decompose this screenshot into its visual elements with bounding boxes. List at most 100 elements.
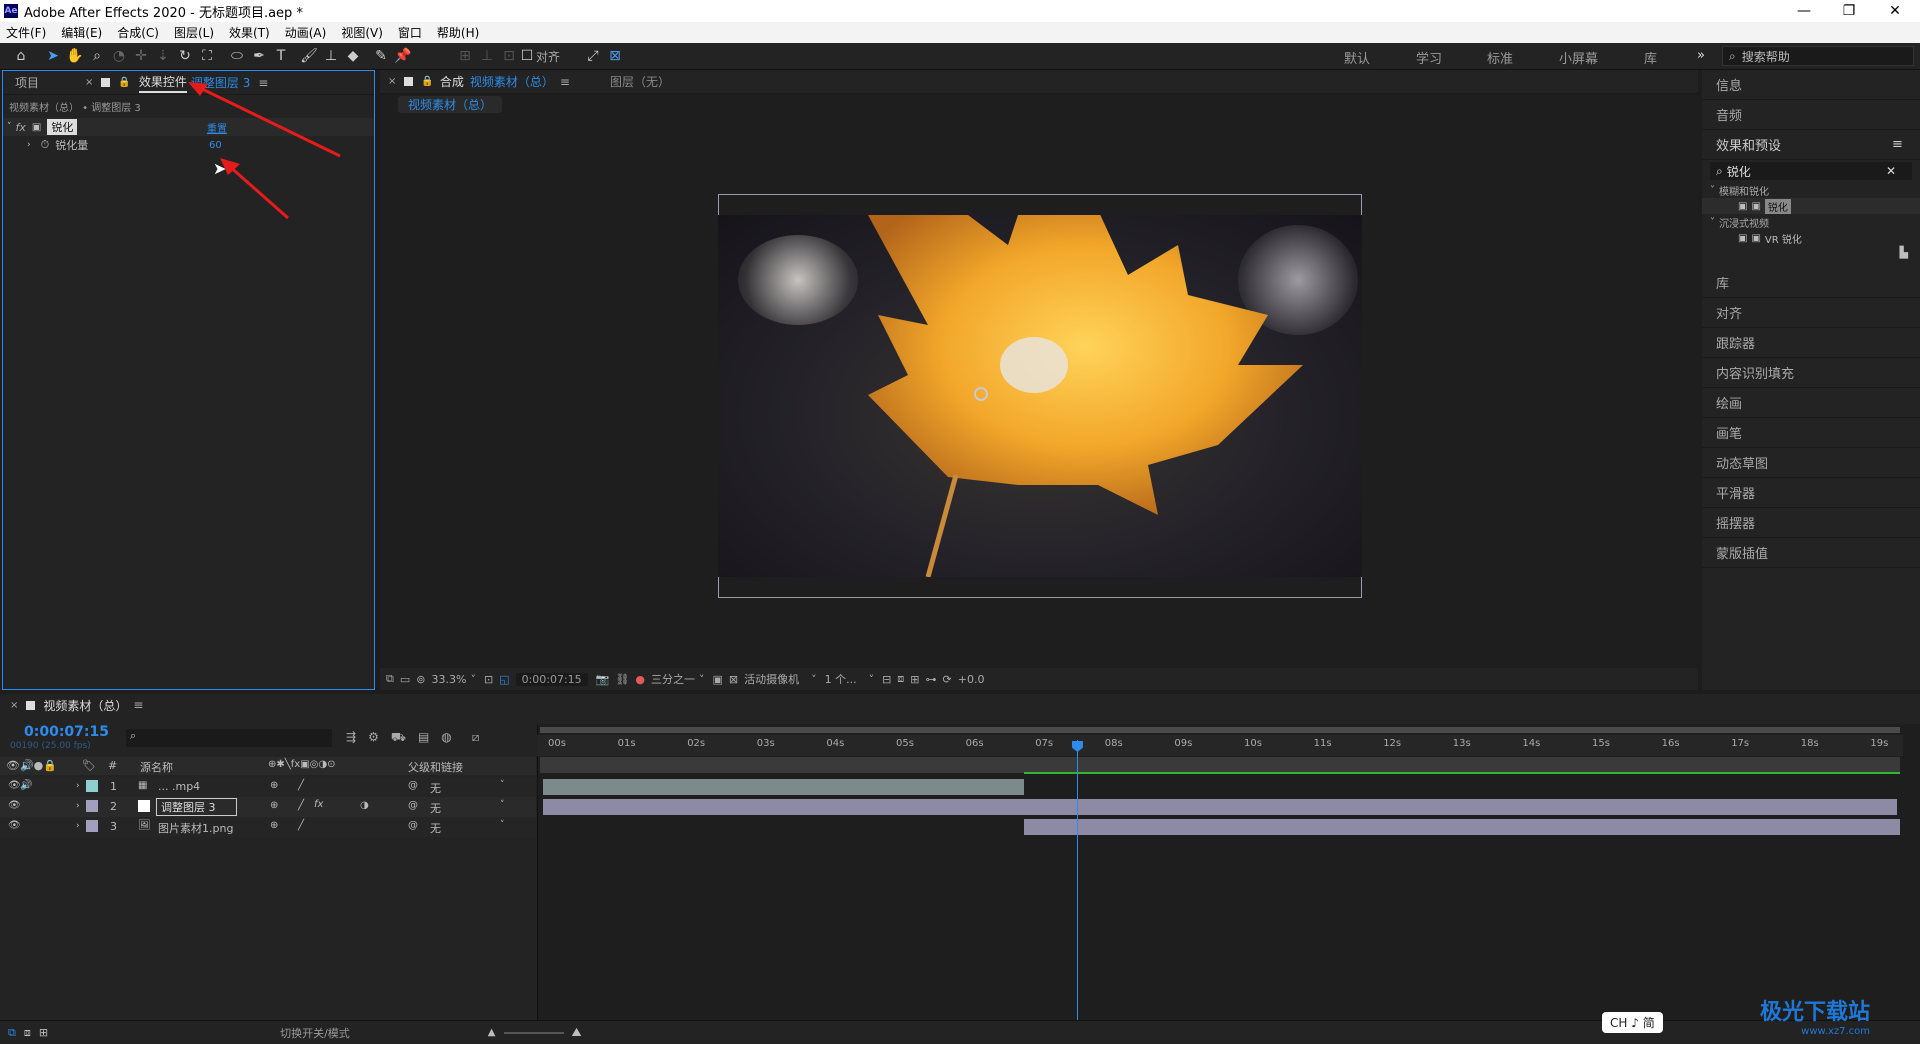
quality-switch-icon[interactable]: ╱ — [298, 800, 304, 811]
parent-dropdown[interactable]: 无 — [430, 800, 441, 816]
layer-name[interactable]: ... .mp4 — [158, 780, 200, 793]
clip-bar-layer-3[interactable] — [1024, 819, 1900, 835]
close-tab-icon[interactable]: × — [388, 76, 396, 87]
chevron-right-icon[interactable]: › — [76, 801, 80, 811]
layer-row-1[interactable]: 👁 🔊 › 1 ▦ ... .mp4 ⊕ ╱ @ 无 ˅ — [0, 777, 536, 797]
visibility-icon[interactable]: 👁 — [8, 800, 21, 811]
time-ruler[interactable] — [537, 735, 1903, 756]
chevron-down-icon[interactable]: ˅ — [500, 820, 505, 830]
exposure-value[interactable]: +0.0 — [958, 673, 985, 686]
pick-whip-icon[interactable]: @ — [408, 780, 418, 791]
label-color-swatch[interactable] — [86, 780, 98, 792]
tab-composition[interactable]: 视频素材（总） — [470, 73, 554, 90]
layer-row-2[interactable]: 👁 › 2 调整图层 3 ⊕ ╱ fx ◑ @ 无 ˅ — [0, 797, 536, 817]
zoom-slider[interactable] — [503, 1031, 564, 1034]
panel-motion-sketch[interactable]: 动态草图 — [1702, 448, 1920, 478]
grid-dropdown[interactable]: 三分之一 — [651, 671, 695, 687]
shy-switch-icon[interactable]: ⊕ — [270, 800, 278, 811]
zoom-out-icon[interactable]: ▲ — [488, 1027, 496, 1038]
fx-icon[interactable]: fx — [314, 799, 323, 810]
shy-layers-icon[interactable]: ⛟ — [391, 730, 406, 746]
playhead[interactable] — [1076, 740, 1078, 1020]
expand-icon[interactable]: ⊞ — [39, 1026, 48, 1039]
chevron-down-icon[interactable]: ˅ — [869, 673, 875, 686]
render-time-icon[interactable]: ⧉ — [8, 1026, 16, 1040]
clip-bar-layer-2[interactable] — [543, 799, 1897, 815]
current-time-display[interactable]: 0:00:07:15 — [515, 672, 588, 686]
reset-exposure-icon[interactable]: ⟳ — [943, 673, 952, 686]
chevron-right-icon[interactable]: › — [76, 821, 80, 831]
effects-search-input[interactable]: ⌕ 锐化 ✕ — [1710, 162, 1912, 180]
panel-smoother[interactable]: 平滑器 — [1702, 478, 1920, 508]
always-preview-icon[interactable]: ⧉ — [386, 672, 394, 686]
panel-paint[interactable]: 绘画 — [1702, 388, 1920, 418]
timeline-search-input[interactable]: ⌕ — [126, 729, 332, 747]
camera-dropdown[interactable]: 活动摄像机 — [744, 671, 799, 687]
pick-whip-icon[interactable]: @ — [408, 820, 418, 831]
panel-content-aware-fill[interactable]: 内容识别填充 — [1702, 358, 1920, 388]
column-source-name[interactable]: 源名称 — [140, 759, 173, 775]
panel-audio[interactable]: 音频 — [1702, 100, 1920, 130]
in-out-icon[interactable]: ⧈ — [24, 1026, 31, 1040]
new-preset-icon[interactable]: ▙ — [1702, 246, 1920, 268]
panel-library[interactable]: 库 — [1702, 268, 1920, 298]
flowchart-icon[interactable]: ⊶ — [926, 673, 937, 686]
snapshot-icon[interactable]: 📷 — [596, 673, 610, 686]
zoom-in-icon[interactable]: ⛰ — [572, 1025, 582, 1040]
panel-menu-icon[interactable]: ≡ — [560, 75, 570, 89]
clear-search-icon[interactable]: ✕ — [1886, 164, 1896, 178]
panel-tracker[interactable]: 跟踪器 — [1702, 328, 1920, 358]
panel-wiggler[interactable]: 摇摆器 — [1702, 508, 1920, 538]
toggle-mask-icon[interactable]: ▣ — [712, 673, 722, 686]
chevron-down-icon[interactable]: ˅ — [500, 800, 505, 810]
clip-bar-layer-1[interactable] — [543, 779, 1024, 795]
timeline-icon[interactable]: ⊞ — [910, 673, 919, 686]
close-tab-icon[interactable]: × — [10, 700, 18, 711]
layer-name[interactable]: 调整图层 3 — [156, 798, 237, 816]
parent-dropdown[interactable]: 无 — [430, 820, 441, 836]
timeline-timecode[interactable]: 0:00:07:15 — [24, 724, 109, 740]
time-navigator[interactable] — [540, 727, 1900, 733]
channel-icon[interactable]: ● — [635, 673, 645, 686]
toggle-switches-modes[interactable]: 切换开关/模式 — [280, 1025, 350, 1041]
motion-blur-icon[interactable]: ◍ — [441, 730, 451, 746]
effect-item-vr-sharpen[interactable]: ▣ ▣ VR 锐化 — [1702, 230, 1920, 246]
chevron-down-icon[interactable]: ˅ — [1710, 217, 1715, 228]
label-color-swatch[interactable] — [86, 800, 98, 812]
region-of-interest-icon[interactable]: ◱ — [499, 673, 509, 686]
frame-blending-icon[interactable]: ▤ — [418, 730, 429, 746]
lock-icon[interactable]: 🔒 — [421, 76, 433, 87]
graph-editor-icon[interactable]: ⧄ — [472, 730, 480, 746]
toggle-pixel-aspect-icon[interactable]: ⊟ — [882, 673, 891, 686]
monitor-icon[interactable]: ▭ — [400, 673, 410, 686]
visibility-icon[interactable]: 👁 — [8, 820, 21, 831]
parent-dropdown[interactable]: 无 — [430, 780, 441, 796]
chevron-down-icon[interactable]: ˅ — [470, 673, 476, 686]
fit-icon[interactable]: ⊡ — [484, 673, 493, 686]
chevron-right-icon[interactable]: › — [76, 781, 80, 791]
quality-switch-icon[interactable]: ╱ — [298, 780, 304, 791]
shy-switch-icon[interactable]: ⊕ — [270, 780, 278, 791]
layer-row-3[interactable]: 👁 › 3 🖼 图片素材1.png ⊕ ╱ @ 无 ˅ — [0, 817, 536, 837]
panel-align[interactable]: 对齐 — [1702, 298, 1920, 328]
tab-timeline[interactable]: 视频素材（总） — [43, 697, 127, 714]
draft-3d-icon[interactable]: ⚙ — [368, 730, 379, 746]
tab-composition-prefix[interactable]: 合成 — [440, 73, 464, 90]
fast-preview-icon[interactable]: ⧈ — [897, 672, 904, 686]
panel-effects-presets[interactable]: 效果和预设 ≡ — [1702, 130, 1920, 160]
ime-indicator[interactable]: CH ♪ 简 — [1602, 1012, 1663, 1033]
comp-subtab[interactable]: 视频素材（总） — [398, 95, 503, 113]
panel-info[interactable]: 信息 — [1702, 70, 1920, 100]
anchor-point-icon[interactable] — [974, 387, 988, 401]
views-dropdown[interactable]: 1 个... — [825, 671, 857, 687]
adjustment-layer-icon[interactable]: ◑ — [360, 800, 369, 811]
effect-group-blur-sharpen[interactable]: ˅ 模糊和锐化 — [1702, 182, 1920, 198]
panel-menu-icon[interactable]: ≡ — [133, 698, 143, 712]
chevron-down-icon[interactable]: ˅ — [500, 780, 505, 790]
effect-item-sharpen[interactable]: ▣ ▣ 锐化 — [1702, 198, 1920, 214]
column-parent[interactable]: 父级和链接 — [408, 759, 463, 775]
visibility-icon[interactable]: 👁 — [8, 780, 21, 791]
comp-mini-flowchart-icon[interactable]: ⇶ — [346, 730, 356, 746]
quality-switch-icon[interactable]: ╱ — [298, 820, 304, 831]
effect-group-immersive[interactable]: ˅ 沉浸式视频 — [1702, 214, 1920, 230]
